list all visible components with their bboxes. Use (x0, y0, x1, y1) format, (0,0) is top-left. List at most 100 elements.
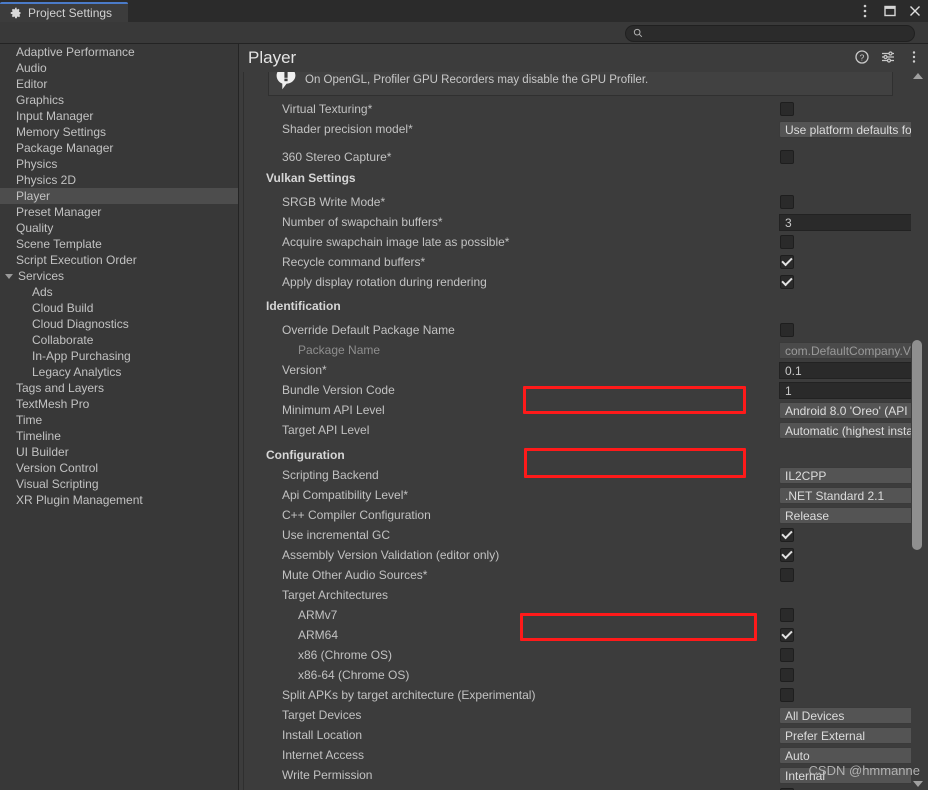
sidebar-item-label: Time (16, 413, 43, 427)
text-input-field[interactable]: 1 (779, 382, 915, 399)
checkbox-toggle[interactable] (780, 568, 794, 582)
text-input-field[interactable]: 0.1 (779, 362, 915, 379)
checkbox-toggle[interactable] (780, 150, 794, 164)
checkbox-toggle[interactable] (780, 235, 794, 249)
sidebar-item-cloud-build[interactable]: Cloud Build (0, 300, 238, 316)
settings-row: Virtual Texturing* (244, 99, 915, 119)
settings-row: Internet Access Auto (244, 745, 915, 765)
info-message-box: On OpenGL, Profiler GPU Recorders may di… (268, 72, 893, 96)
scrollbar-thumb[interactable] (912, 340, 922, 550)
dropdown-select[interactable]: Automatic (highest installed) (779, 422, 915, 439)
sidebar-item-ads[interactable]: Ads (0, 284, 238, 300)
sidebar-item-quality[interactable]: Quality (0, 220, 238, 236)
sidebar-item-label: UI Builder (16, 445, 69, 459)
checkbox-toggle[interactable] (780, 648, 794, 662)
dropdown-value: All Devices (785, 708, 845, 723)
sidebar-item-xr-plugin-management[interactable]: XR Plugin Management (0, 492, 238, 508)
sidebar-item-visual-scripting[interactable]: Visual Scripting (0, 476, 238, 492)
sidebar-item-adaptive-performance[interactable]: Adaptive Performance (0, 44, 238, 60)
sidebar-item-input-manager[interactable]: Input Manager (0, 108, 238, 124)
row-label: Mute Other Audio Sources* (282, 568, 428, 582)
sidebar-item-graphics[interactable]: Graphics (0, 92, 238, 108)
checkbox-toggle[interactable] (780, 255, 794, 269)
dropdown-select[interactable]: Release (779, 507, 915, 524)
sidebar-item-collaborate[interactable]: Collaborate (0, 332, 238, 348)
settings-row: Recycle command buffers* (244, 252, 915, 272)
scroll-down-arrow-icon[interactable] (913, 781, 923, 787)
sidebar-item-time[interactable]: Time (0, 412, 238, 428)
sidebar-item-ui-builder[interactable]: UI Builder (0, 444, 238, 460)
sidebar-item-version-control[interactable]: Version Control (0, 460, 238, 476)
sidebar-item-physics[interactable]: Physics (0, 156, 238, 172)
sidebar-item-editor[interactable]: Editor (0, 76, 238, 92)
text-input-field[interactable]: 3 (779, 214, 915, 231)
checkbox-toggle[interactable] (780, 688, 794, 702)
sidebar-item-tags-and-layers[interactable]: Tags and Layers (0, 380, 238, 396)
checkbox-toggle[interactable] (780, 608, 794, 622)
dropdown-select[interactable]: Prefer External (779, 727, 915, 744)
checkbox-toggle[interactable] (780, 668, 794, 682)
field-value: 1 (785, 383, 792, 398)
sidebar-item-label: In-App Purchasing (32, 349, 131, 363)
kebab-menu-icon[interactable] (858, 4, 872, 18)
dropdown-select[interactable]: Android 8.0 'Oreo' (API level 26) (779, 402, 915, 419)
checkbox-toggle[interactable] (780, 528, 794, 542)
dropdown-select[interactable]: Use platform defaults for sampler precis… (779, 121, 915, 138)
sidebar-item-label: Collaborate (32, 333, 94, 347)
search-input[interactable] (648, 26, 898, 41)
dropdown-select[interactable]: All Devices (779, 707, 915, 724)
sidebar-item-label: Memory Settings (16, 125, 107, 139)
settings-row: Assembly Version Validation (editor only… (244, 545, 915, 565)
dropdown-select[interactable]: Auto (779, 747, 915, 764)
sidebar-item-cloud-diagnostics[interactable]: Cloud Diagnostics (0, 316, 238, 332)
checkbox-toggle[interactable] (780, 102, 794, 116)
sidebar-item-player[interactable]: Player (0, 188, 238, 204)
sidebar-item-in-app-purchasing[interactable]: In-App Purchasing (0, 348, 238, 364)
sidebar-item-textmesh-pro[interactable]: TextMesh Pro (0, 396, 238, 412)
vertical-scrollbar[interactable] (911, 72, 924, 790)
kebab-menu-icon[interactable] (906, 49, 921, 64)
maximize-icon[interactable] (883, 4, 897, 18)
settings-row: Package Name com.DefaultCompany.VuforiaDe… (244, 340, 915, 360)
checkbox-toggle[interactable] (780, 275, 794, 289)
sidebar-item-label: Graphics (16, 93, 65, 107)
sidebar-item-scene-template[interactable]: Scene Template (0, 236, 238, 252)
sidebar-item-preset-manager[interactable]: Preset Manager (0, 204, 238, 220)
checkbox-toggle[interactable] (780, 323, 794, 337)
row-label: Target API Level (282, 423, 370, 437)
dropdown-select[interactable]: .NET Standard 2.1 (779, 487, 915, 504)
checkbox-toggle[interactable] (780, 548, 794, 562)
sidebar-item-label: TextMesh Pro (16, 397, 90, 411)
checkbox-toggle[interactable] (780, 195, 794, 209)
sidebar-item-script-execution-order[interactable]: Script Execution Order (0, 252, 238, 268)
row-label: Shader precision model* (282, 122, 413, 136)
chevron-down-icon[interactable] (5, 274, 13, 279)
row-label: ARM64 (298, 628, 339, 642)
close-icon[interactable] (908, 4, 922, 18)
sidebar-item-services[interactable]: Services (0, 268, 238, 284)
scroll-up-arrow-icon[interactable] (913, 73, 923, 79)
tab-project-settings[interactable]: Project Settings (0, 2, 129, 22)
sidebar-item-audio[interactable]: Audio (0, 60, 238, 76)
settings-category-sidebar[interactable]: Adaptive Performance Audio Editor Graphics I… (0, 44, 239, 790)
settings-row: Split APKs by target architecture (Exper… (244, 685, 915, 705)
sidebar-item-memory-settings[interactable]: Memory Settings (0, 124, 238, 140)
row-label: Target Devices (282, 708, 362, 722)
sidebar-item-physics-2d[interactable]: Physics 2D (0, 172, 238, 188)
sidebar-item-package-manager[interactable]: Package Manager (0, 140, 238, 156)
search-box[interactable] (625, 25, 915, 42)
dropdown-select[interactable]: IL2CPP (779, 467, 915, 484)
sidebar-item-legacy-analytics[interactable]: Legacy Analytics (0, 364, 238, 380)
checkbox-toggle[interactable] (780, 628, 794, 642)
help-icon[interactable]: ? (854, 49, 869, 64)
sidebar-item-label: Adaptive Performance (16, 45, 135, 59)
sidebar-item-label: Script Execution Order (16, 253, 137, 267)
sidebar-item-label: Cloud Diagnostics (32, 317, 129, 331)
row-label: Package Name (298, 343, 381, 357)
preset-settings-icon[interactable] (880, 49, 895, 64)
row-label: Version* (282, 363, 327, 377)
sidebar-item-timeline[interactable]: Timeline (0, 428, 238, 444)
dropdown-value: Automatic (highest installed) (785, 423, 915, 438)
settings-row: 360 Stereo Capture* (244, 147, 915, 167)
field-value: 3 (785, 215, 792, 230)
